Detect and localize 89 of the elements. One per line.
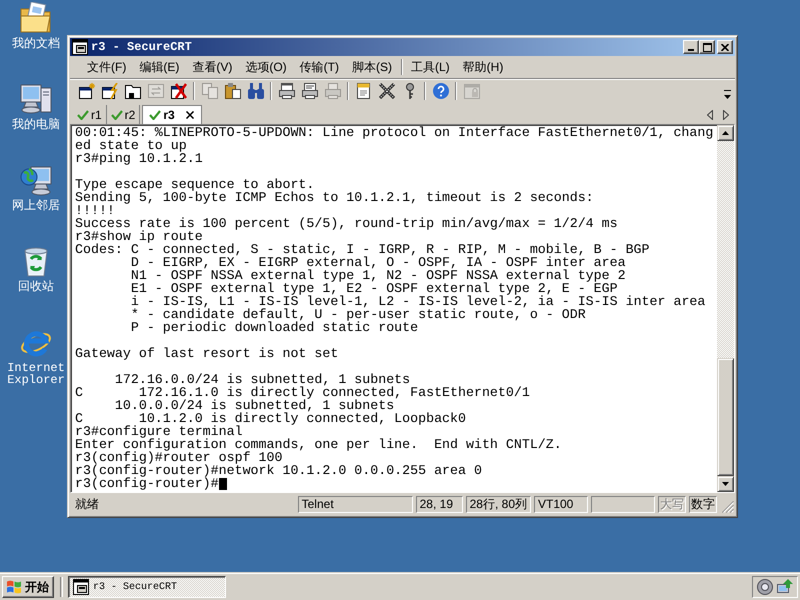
- terminal-line: 10.0.0.0/24 is subnetted, 1 subnets: [114, 399, 394, 412]
- close-button[interactable]: [717, 40, 733, 54]
- resize-grip-icon[interactable]: [722, 501, 734, 513]
- window-cross-icon[interactable]: [170, 83, 186, 99]
- scroll-down-button[interactable]: [717, 476, 734, 492]
- terminal-line: Type escape sequence to abort.: [75, 178, 314, 191]
- icon-label[interactable]: 网上邻居: [12, 200, 60, 212]
- scrollbar-thumb[interactable]: [717, 358, 734, 476]
- flag-icon: [6, 580, 22, 594]
- status-field: Telnet: [298, 496, 413, 513]
- terminal-line: ed state to up: [75, 139, 187, 152]
- tab-label: r1: [91, 108, 102, 122]
- menu-item[interactable]: 传输(T): [294, 58, 345, 76]
- menu-item[interactable]: 文件(F): [81, 58, 132, 76]
- terminal-line: Codes: C - connected, S - static, I - IGRP, R - RIP, M - mobile, B - BGP: [75, 243, 650, 256]
- window-title: r3 - SecureCRT: [91, 40, 192, 54]
- terminal-line: Success rate is 100 percent (5/5), round-trip min/avg/max = 1/2/4 ms: [75, 217, 618, 230]
- terminal-line: Sending 5, 100-byte ICMP Echos to 10.1.2.1, timeout is 2 seconds:: [75, 191, 594, 204]
- status-field: 28, 19: [416, 496, 463, 513]
- folder-icon[interactable]: [20, 2, 52, 34]
- terminal-window-icon: [73, 579, 89, 595]
- chevron-down-icon[interactable]: [724, 90, 731, 100]
- tab-label: r2: [124, 108, 136, 122]
- terminal-window-icon: [72, 39, 88, 55]
- terminal-line: Gateway of last resort is not set: [75, 347, 338, 360]
- close-icon[interactable]: [186, 111, 194, 119]
- terminal-line: N1 - OSPF NSSA external type 1, N2 - OSPF NSSA external type 2: [130, 269, 626, 282]
- terminal-line: * - candidate default, U - per-user static route, o - ODR: [130, 308, 586, 321]
- right-arrow-icon[interactable]: [723, 110, 729, 120]
- clipboard-icon[interactable]: [224, 83, 240, 99]
- status-indicator: 大写: [658, 496, 686, 513]
- status-panel: [591, 496, 655, 513]
- terminal-line: i - IS-IS, L1 - IS-IS level-1, L2 - IS-IS level-2, ia - IS-IS inter area: [130, 295, 706, 308]
- terminal-area[interactable]: [70, 124, 735, 493]
- menu-item[interactable]: 工具(L): [404, 58, 456, 76]
- terminal-line: !!!!!: [75, 204, 115, 217]
- maximize-button[interactable]: [699, 40, 715, 54]
- printer-page-icon[interactable]: [302, 83, 318, 99]
- crossed-tools-icon[interactable]: [378, 83, 394, 99]
- minimize-button[interactable]: [683, 40, 699, 54]
- terminal-line: 172.16.0.0/24 is subnetted, 1 subnets: [114, 373, 410, 386]
- terminal-line: C 10.1.2.0 is directly connected, Loopback0: [75, 412, 466, 425]
- icon-label[interactable]: 我的文档: [12, 38, 60, 50]
- menu-item[interactable]: 脚本(S): [346, 58, 398, 76]
- icon-label[interactable]: 我的电脑: [12, 119, 60, 131]
- terminal-line: r3#ping 10.1.2.1: [75, 152, 203, 165]
- icon-label[interactable]: Internet Explorer: [3, 362, 69, 386]
- monitor-arrow-icon[interactable]: [777, 579, 793, 595]
- disc-icon[interactable]: [757, 579, 773, 595]
- status-field: VT100: [534, 496, 588, 513]
- folder-window-icon[interactable]: [124, 83, 140, 99]
- menu-item[interactable]: 帮助(H): [456, 58, 510, 76]
- minimize-icon: [688, 49, 694, 51]
- menu-item[interactable]: 选项(O): [239, 58, 293, 76]
- terminal-line: r3(config-router)#network 10.1.2.0 0.0.0.255 area 0: [75, 464, 482, 477]
- scroll-up-button[interactable]: [717, 125, 734, 141]
- menu-item[interactable]: 编辑(E): [133, 58, 186, 76]
- menu-item[interactable]: 查看(V): [186, 58, 238, 76]
- network-computer-icon[interactable]: [20, 164, 52, 196]
- terminal-line: Enter configuration commands, one per line. End with CNTL/Z.: [75, 438, 562, 451]
- help-icon[interactable]: [432, 83, 448, 99]
- status-field: 28行, 80列: [466, 496, 531, 513]
- printer-window-icon[interactable]: [278, 83, 294, 99]
- session-tab[interactable]: r3: [142, 105, 202, 124]
- window-sparkle-icon[interactable]: [78, 83, 94, 99]
- close-icon: [721, 44, 729, 50]
- down-arrow-icon: [722, 482, 729, 486]
- window-lightning-icon[interactable]: [102, 83, 118, 99]
- terminal-line: r3(config-router)#: [75, 477, 219, 490]
- start-button[interactable]: 开始: [2, 576, 54, 598]
- taskbar-button[interactable]: r3 - SecureCRT: [68, 576, 226, 598]
- status-message: 就绪: [75, 496, 100, 513]
- binoculars-icon[interactable]: [248, 83, 264, 99]
- status-indicator: 数字: [689, 496, 717, 513]
- document-icon[interactable]: [356, 83, 372, 99]
- left-arrow-icon[interactable]: [707, 110, 713, 120]
- maximize-icon: [702, 42, 712, 52]
- terminal-line: D - EIGRP, EX - EIGRP external, O - OSPF, IA - OSPF inter area: [130, 256, 626, 269]
- up-arrow-icon: [722, 131, 729, 135]
- tab-label: r3: [163, 108, 175, 122]
- terminal-line: C 172.16.1.0 is directly connected, FastEthernet0/1: [75, 386, 530, 399]
- terminal-line: r3#configure terminal: [75, 425, 243, 438]
- computer-icon[interactable]: [20, 83, 52, 115]
- terminal-line: 00:01:45: %LINEPROTO-5-UPDOWN: Line protocol on Interface FastEthernet0/1, chang: [75, 126, 714, 139]
- terminal-line: r3#show ip route: [75, 230, 203, 243]
- terminal-line: r3(config)#router ospf 100: [75, 451, 282, 464]
- icon-label[interactable]: 回收站: [18, 281, 54, 293]
- terminal-line: E1 - OSPF external type 1, E2 - OSPF external type 2, E - EGP: [130, 282, 618, 295]
- terminal-line: P - periodic downloaded static route: [130, 321, 418, 334]
